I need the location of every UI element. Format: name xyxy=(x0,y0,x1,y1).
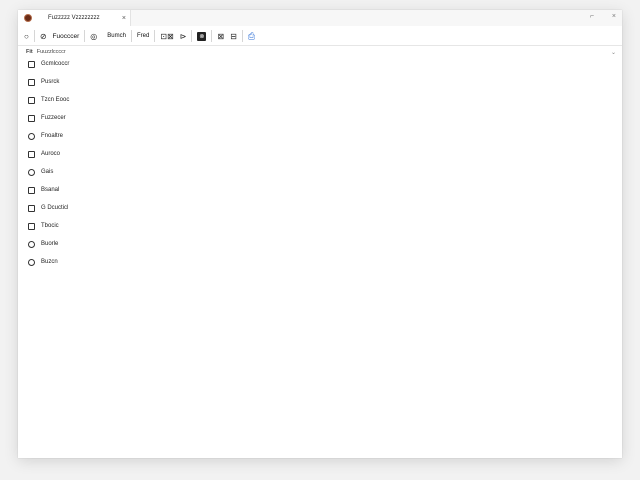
play-icon: ⊳ xyxy=(179,31,187,41)
list-item-label: Bsanal xyxy=(41,187,60,193)
grid-icon: ⊠ xyxy=(217,31,225,41)
tab-close-icon[interactable]: × xyxy=(122,15,126,22)
toolbar-divider xyxy=(84,30,86,42)
list-item-label: Buorle xyxy=(41,241,59,247)
list-item[interactable]: Gais xyxy=(28,166,53,178)
toolbar-divider xyxy=(241,30,243,42)
item-icon xyxy=(28,132,35,140)
toolbar-active-button[interactable]: ⊗ xyxy=(197,29,207,43)
browser-button[interactable]: ⊘ Fuocccer xyxy=(40,29,79,43)
section-prefix: Fit xyxy=(26,49,33,55)
title-bar: Fuzzzzz Vzzzzzzzz × ⌐ × xyxy=(18,10,622,26)
close-icon[interactable]: × xyxy=(612,13,616,20)
list-item[interactable]: Gcmlcoccr xyxy=(28,58,69,70)
share-icon[interactable]: ⎙ xyxy=(248,29,255,43)
item-icon xyxy=(28,60,35,68)
glasses-icon: ⊡⊠ xyxy=(160,31,174,41)
toolbar-item-2-label: Bumch xyxy=(107,33,126,39)
list-item[interactable]: Bsanal xyxy=(28,184,59,196)
list-item[interactable]: Fnoaltre xyxy=(28,130,63,142)
list-item-label: Auroco xyxy=(41,151,61,157)
toolbar-divider xyxy=(154,30,156,42)
list-item[interactable]: Buzcn xyxy=(28,256,58,268)
list-item[interactable]: Buorle xyxy=(28,238,58,250)
item-icon xyxy=(28,258,35,266)
tab-title: Fuzzzzz Vzzzzzzzz xyxy=(48,15,100,21)
section-title: Fuuzzlccccr xyxy=(36,49,66,55)
list-item[interactable]: Tbocic xyxy=(28,220,59,232)
section-header: Fit Fuuzzlccccr ⌄ xyxy=(18,46,622,58)
list-item-label: Buzcn xyxy=(41,259,58,265)
window-controls: ⌐ × xyxy=(590,13,616,20)
list-item[interactable]: G Dcucticl xyxy=(28,202,68,214)
camera-icon: ◎ xyxy=(90,31,98,41)
item-icon xyxy=(28,186,35,194)
toolbar-item-4[interactable]: ⊡⊠ ⊳ xyxy=(160,29,186,43)
list-item-label: G Dcucticl xyxy=(41,205,69,211)
active-square-icon: ⊗ xyxy=(197,31,207,41)
list-item-label: Tbocic xyxy=(41,223,59,229)
app-logo-icon xyxy=(24,14,32,22)
toolbar-item-2[interactable]: ◎ Bumch xyxy=(90,29,126,43)
list-item[interactable]: Auroco xyxy=(28,148,60,160)
list-item-label: Tzcn Eooc xyxy=(41,97,70,103)
item-icon xyxy=(28,204,35,212)
list-item[interactable]: Pusrck xyxy=(28,76,59,88)
list-item-label: Fnoaltre xyxy=(41,133,64,139)
minimize-icon[interactable]: ⌐ xyxy=(590,13,594,20)
chevron-down-icon[interactable]: ⌄ xyxy=(611,49,616,56)
list-item-label: Gcmlcoccr xyxy=(41,61,70,67)
item-icon xyxy=(28,78,35,86)
circle-icon[interactable]: ○ xyxy=(24,29,29,43)
item-icon xyxy=(28,240,35,248)
item-icon xyxy=(28,96,35,104)
toolbar-item-3[interactable]: Fred xyxy=(137,29,149,43)
browser-window: Fuzzzzz Vzzzzzzzz × ⌐ × ○ ⊘ Fuocccer ◎ B… xyxy=(18,10,622,458)
toolbar-divider xyxy=(130,30,132,42)
toolbar-divider xyxy=(191,30,193,42)
toolbar-divider xyxy=(33,30,35,42)
item-icon xyxy=(28,114,35,122)
item-icon xyxy=(28,222,35,230)
list-item[interactable]: Tzcn Eooc xyxy=(28,94,69,106)
list-item-label: Pusrck xyxy=(41,79,60,85)
toolbar-divider xyxy=(211,30,213,42)
toolbar: ○ ⊘ Fuocccer ◎ Bumch Fred ⊡⊠ ⊳ ⊗ ⊠ ⊟ ⎙ xyxy=(18,27,622,46)
browser-button-label: Fuocccer xyxy=(52,32,80,40)
browser-icon: ⊘ xyxy=(39,31,47,41)
list-item-label: Fuzzecer xyxy=(41,115,66,121)
list-item[interactable]: Fuzzecer xyxy=(28,112,66,124)
list-item-label: Gais xyxy=(41,169,54,175)
active-tab[interactable]: Fuzzzzz Vzzzzzzzz × xyxy=(18,10,131,26)
toolbar-item-6[interactable]: ⊠ ⊟ xyxy=(217,29,236,43)
item-icon xyxy=(28,168,35,176)
panel-icon: ⊟ xyxy=(230,31,237,41)
toolbar-item-3-label: Fred xyxy=(136,33,150,39)
item-icon xyxy=(28,150,35,158)
